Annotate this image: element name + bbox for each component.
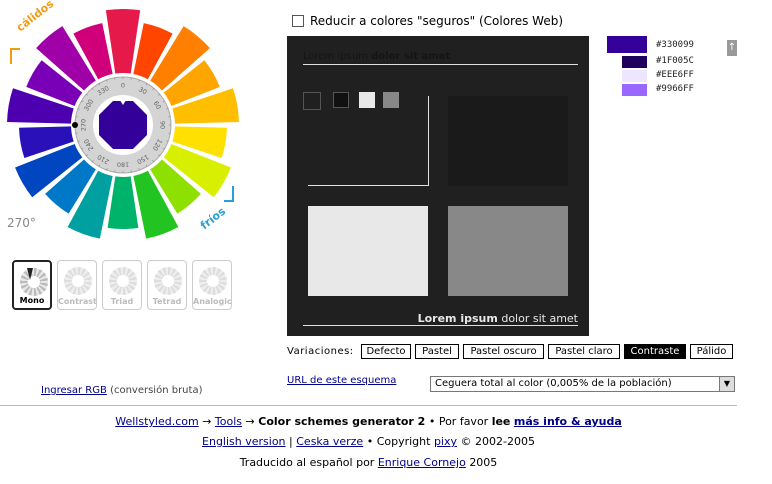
footer-please: Por favor — [438, 415, 489, 428]
scheme-url-link[interactable]: URL de este esquema — [287, 375, 396, 386]
preview-box-light — [308, 206, 428, 296]
tetrad-scheme-icon — [154, 267, 182, 295]
mono-scheme-icon — [20, 268, 48, 296]
english-version-link[interactable]: English version — [202, 435, 286, 448]
palette-swatch — [622, 70, 647, 82]
footer-separator: | — [289, 435, 293, 448]
scheme-tetrad-button[interactable]: Tetrad — [147, 260, 187, 310]
scroll-to-top-icon[interactable]: ↑ — [727, 40, 737, 56]
rgb-input-note: (conversión bruta) — [110, 385, 203, 396]
footer-translation: Traducido al español por Enrique Cornejo… — [0, 456, 737, 469]
footer-copyright: Copyright — [376, 435, 431, 448]
dial-tick-label: 180 — [117, 161, 129, 169]
scheme-button-label: Analogic — [193, 297, 232, 306]
preview-title: Lorem ipsum dolor sit amet — [303, 51, 578, 65]
web-safe-checkbox[interactable] — [292, 15, 304, 27]
preview-bottom-rule — [303, 325, 578, 326]
web-safe-label: Reducir a colores "seguros" (Colores Web… — [310, 14, 564, 28]
preview-swatch-2 — [333, 92, 349, 108]
footer-translation-year: 2005 — [469, 456, 498, 469]
variation-button[interactable]: Pastel claro — [548, 344, 620, 359]
variations-label: Variaciones: — [287, 346, 354, 357]
preview-swatch-4 — [383, 92, 399, 108]
footer-site-link[interactable]: Wellstyled.com — [115, 415, 198, 428]
palette-hex-code: #1F005C — [656, 56, 694, 66]
cold-arrow-icon — [224, 186, 234, 202]
scheme-button-label: Triad — [110, 297, 134, 306]
footer-read: lee — [491, 415, 511, 428]
rgb-input-link[interactable]: Ingresar RGB — [41, 385, 107, 396]
rgb-input-row: Ingresar RGB (conversión bruta) — [41, 385, 202, 396]
palette-swatch — [622, 84, 647, 96]
warm-arrow-icon — [10, 48, 20, 64]
palette-hex-code: #330099 — [656, 40, 694, 50]
preview-swatch-3 — [359, 92, 375, 108]
breadcrumb-arrow: → — [202, 415, 212, 428]
footer-author-link[interactable]: pixy — [434, 435, 457, 448]
footer-bullet: • — [428, 415, 436, 428]
hue-segment[interactable] — [107, 176, 139, 229]
breadcrumb-arrow: → — [245, 415, 255, 428]
palette-swatch — [607, 36, 647, 53]
scheme-button-label: Mono — [19, 296, 45, 305]
footer-bullet: • — [366, 435, 374, 448]
variation-button[interactable]: Pastel oscuro — [463, 344, 544, 359]
dial-tick-label: 270 — [80, 119, 88, 131]
analogic-scheme-icon — [199, 267, 227, 295]
preview-swatch-1 — [303, 92, 321, 110]
footer-divider — [0, 405, 737, 406]
preview-horizontal-rule — [308, 185, 429, 186]
czech-version-link[interactable]: Ceska verze — [296, 435, 363, 448]
footer-current-page: Color schemes generator 2 — [258, 415, 426, 428]
palette-hex-code: #EEE6FF — [656, 70, 694, 80]
hue-degree-readout: 270° — [7, 216, 36, 230]
preview-footer-plain: dolor sit amet — [501, 312, 578, 325]
color-vision-select-value: Ceguera total al color (0,005% de la pob… — [435, 378, 672, 389]
hue-segment[interactable] — [105, 8, 141, 74]
preview-title-bold: dolor sit amet — [371, 51, 451, 62]
variation-button[interactable]: Pastel — [415, 344, 459, 359]
scheme-triad-button[interactable]: Triad — [102, 260, 142, 310]
preview-vertical-rule — [428, 96, 429, 186]
dial-tick-label: 90 — [159, 121, 167, 129]
footer-translated-by: Traducido al español por — [239, 456, 375, 469]
variation-button[interactable]: Pálido — [690, 344, 733, 359]
dial-tick-label: 0 — [121, 82, 125, 90]
contrast-scheme-icon — [64, 267, 92, 295]
scheme-preview-panel: Lorem ipsum dolor sit amet Lorem ipsum d… — [287, 36, 589, 336]
scheme-contrast-button[interactable]: Contrast — [57, 260, 97, 310]
scheme-mono-button[interactable]: Mono — [12, 260, 52, 310]
footer-languages: English version | Ceska verze • Copyrigh… — [0, 435, 737, 448]
color-vision-select[interactable]: Ceguera total al color (0,005% de la pob… — [430, 376, 735, 392]
scheme-button-label: Tetrad — [152, 297, 182, 306]
palette-swatch — [622, 56, 647, 68]
preview-box-dark — [448, 96, 568, 186]
chevron-down-icon[interactable]: ▼ — [719, 377, 734, 391]
triad-scheme-icon — [109, 267, 137, 295]
preview-footer: Lorem ipsum dolor sit amet — [303, 312, 578, 325]
variation-button[interactable]: Contraste — [624, 344, 686, 359]
footer-breadcrumb: Wellstyled.com → Tools → Color schemes g… — [0, 415, 737, 428]
preview-box-mid — [448, 206, 568, 296]
palette-hex-code: #9966FF — [656, 84, 694, 94]
scheme-marker-icon — [27, 268, 33, 280]
translator-link[interactable]: Enrique Cornejo — [378, 456, 466, 469]
preview-footer-bold: Lorem ipsum — [417, 312, 498, 325]
footer-years: © 2002-2005 — [460, 435, 535, 448]
selected-color-octagon — [98, 100, 148, 150]
preview-title-plain: Lorem ipsum — [303, 51, 368, 62]
footer-tools-link[interactable]: Tools — [215, 415, 242, 428]
variation-button[interactable]: Defecto — [361, 344, 411, 359]
scheme-analogic-button[interactable]: Analogic — [192, 260, 232, 310]
hue-handle[interactable] — [72, 122, 78, 128]
footer-more-info-link[interactable]: más info & ayuda — [514, 415, 622, 428]
scheme-button-label: Contrast — [58, 297, 97, 306]
